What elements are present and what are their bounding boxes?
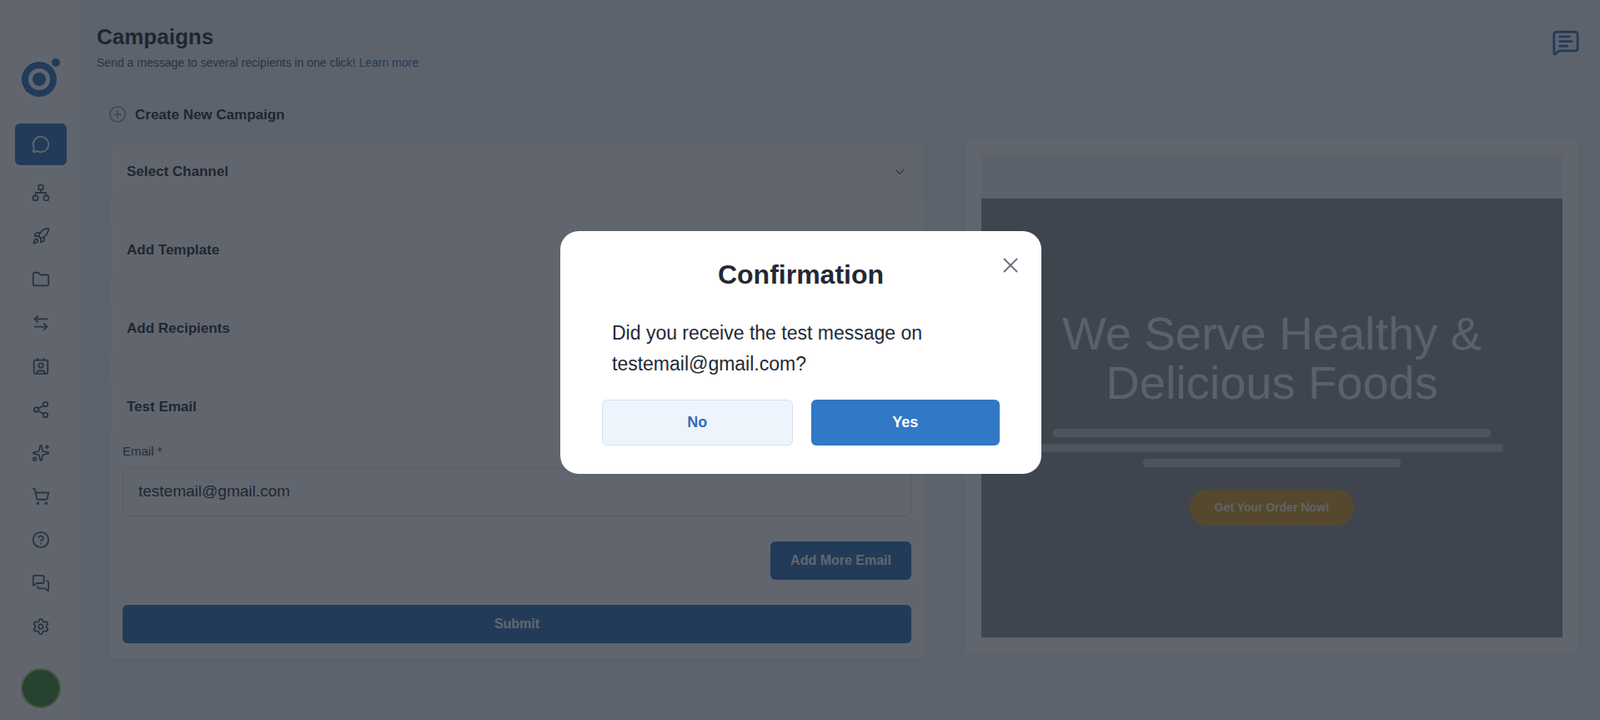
close-icon	[998, 252, 1024, 278]
no-button[interactable]: No	[601, 399, 793, 446]
close-button[interactable]	[994, 249, 1027, 281]
app: CampaignsSend a message to several recip…	[0, 0, 1600, 720]
yes-button[interactable]: Yes	[811, 399, 1001, 446]
dialog-message: Did you receive the test message on test…	[601, 317, 1000, 380]
confirmation-dialog: Confirmation Did you receive the test mes…	[560, 230, 1042, 474]
dialog-title: Confirmation	[601, 254, 1000, 295]
